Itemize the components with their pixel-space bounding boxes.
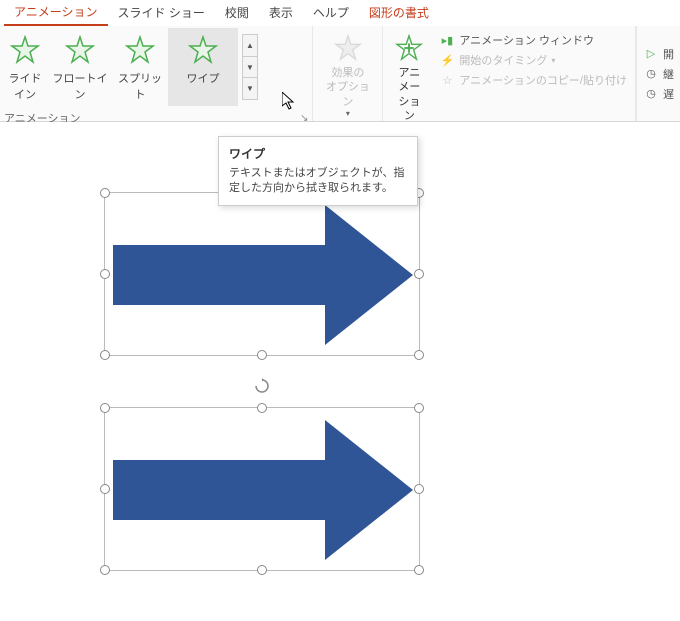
advanced-options: ▸▮ アニメーション ウィンドウ ⚡ 開始のタイミング ▾ ☆ アニメーションの… [433, 28, 633, 92]
tab-shape-format[interactable]: 図形の書式 [359, 0, 439, 25]
trigger-icon: ⚡ [439, 52, 455, 68]
delay-row[interactable]: ◷ 遅 [643, 86, 674, 102]
row-label: 遅 [663, 86, 674, 102]
star-icon [62, 32, 98, 68]
chevron-down-icon: ▾ [346, 109, 350, 118]
group-effect-options: 効果の オプション ▾ [313, 26, 383, 121]
animation-gallery: ライドイン フロートイン スプリット [2, 28, 258, 106]
resize-handle[interactable] [100, 565, 110, 575]
animation-pane-button[interactable]: ▸▮ アニメーション ウィンドウ [439, 32, 627, 48]
painter-icon: ☆ [439, 72, 455, 88]
button-label: アニメーション ウィンドウ [459, 32, 594, 48]
resize-handle[interactable] [414, 484, 424, 494]
resize-handle[interactable] [257, 565, 267, 575]
resize-handle[interactable] [100, 350, 110, 360]
group-animation: ライドイン フロートイン スプリット [0, 26, 313, 121]
shape-selection-2[interactable] [104, 407, 420, 571]
tab-slideshow[interactable]: スライド ショー [108, 0, 215, 25]
tab-animation[interactable]: アニメーション [4, 0, 108, 26]
resize-handle[interactable] [257, 350, 267, 360]
ribbon-tabs: アニメーション スライド ショー 校閲 表示 ヘルプ 図形の書式 [0, 0, 680, 26]
timing-group: ▷ 開 ◷ 継 ◷ 遅 [636, 26, 680, 121]
effect-label: スプリット [114, 70, 166, 102]
resize-handle[interactable] [414, 350, 424, 360]
resize-handle[interactable] [100, 484, 110, 494]
rotate-handle[interactable] [254, 378, 270, 394]
row-label: 開 [663, 46, 674, 62]
trigger-button[interactable]: ⚡ 開始のタイミング ▾ [439, 52, 627, 68]
group-advanced: アニメーション の追加 ▾ ▸▮ アニメーション ウィンドウ ⚡ 開始のタイミン… [383, 26, 636, 121]
tab-view[interactable]: 表示 [259, 0, 303, 25]
chevron-down-icon: ▾ [551, 56, 555, 65]
resize-handle[interactable] [414, 565, 424, 575]
button-label: 効果の オプション [323, 66, 372, 109]
effect-slide-in[interactable]: ライドイン [2, 28, 48, 106]
effect-label: フロートイン [50, 70, 110, 102]
effect-wipe[interactable]: ワイプ [168, 28, 238, 106]
effect-label: ライドイン [4, 70, 46, 102]
star-icon [332, 32, 364, 64]
gallery-up-button[interactable]: ▲ [243, 35, 257, 56]
play-icon: ▷ [643, 46, 659, 62]
tooltip-body: テキストまたはオブジェクトが、指定した方向から拭き取られます。 [229, 166, 407, 197]
effect-options-button[interactable]: 効果の オプション ▾ [315, 28, 380, 122]
tab-review[interactable]: 校閲 [215, 0, 259, 25]
gallery-down-button[interactable]: ▼ [243, 56, 257, 77]
effect-label: ワイプ [187, 70, 220, 86]
resize-handle[interactable] [100, 188, 110, 198]
ribbon: ライドイン フロートイン スプリット [0, 26, 680, 122]
star-icon [185, 32, 221, 68]
clock-icon: ◷ [643, 66, 659, 82]
star-icon [7, 32, 43, 68]
resize-handle[interactable] [100, 269, 110, 279]
star-icon [122, 32, 158, 68]
gallery-more-button[interactable]: ▼ [243, 77, 257, 99]
tab-help[interactable]: ヘルプ [303, 0, 359, 25]
resize-handle[interactable] [414, 403, 424, 413]
tooltip-title: ワイプ [229, 145, 407, 162]
tooltip: ワイプ テキストまたはオブジェクトが、指定した方向から拭き取られます。 [218, 136, 418, 206]
effect-split[interactable]: スプリット [112, 28, 168, 106]
clock-icon: ◷ [643, 86, 659, 102]
resize-handle[interactable] [100, 403, 110, 413]
arrow-shape-2[interactable] [105, 408, 421, 572]
row-label: 継 [663, 66, 674, 82]
pane-icon: ▸▮ [439, 32, 455, 48]
arrow-shape-1[interactable] [105, 193, 421, 357]
star-plus-icon [393, 32, 425, 64]
shape-selection-1[interactable] [104, 192, 420, 356]
duration-row[interactable]: ◷ 継 [643, 66, 674, 82]
gallery-spinner: ▲ ▼ ▼ [242, 34, 258, 100]
resize-handle[interactable] [257, 403, 267, 413]
effect-float-in[interactable]: フロートイン [48, 28, 112, 106]
animation-painter-button[interactable]: ☆ アニメーションのコピー/貼り付け [439, 72, 627, 88]
start-row[interactable]: ▷ 開 [643, 46, 674, 62]
button-label: アニメーションのコピー/貼り付け [459, 72, 627, 88]
resize-handle[interactable] [414, 269, 424, 279]
button-label: 開始のタイミング [459, 52, 547, 68]
